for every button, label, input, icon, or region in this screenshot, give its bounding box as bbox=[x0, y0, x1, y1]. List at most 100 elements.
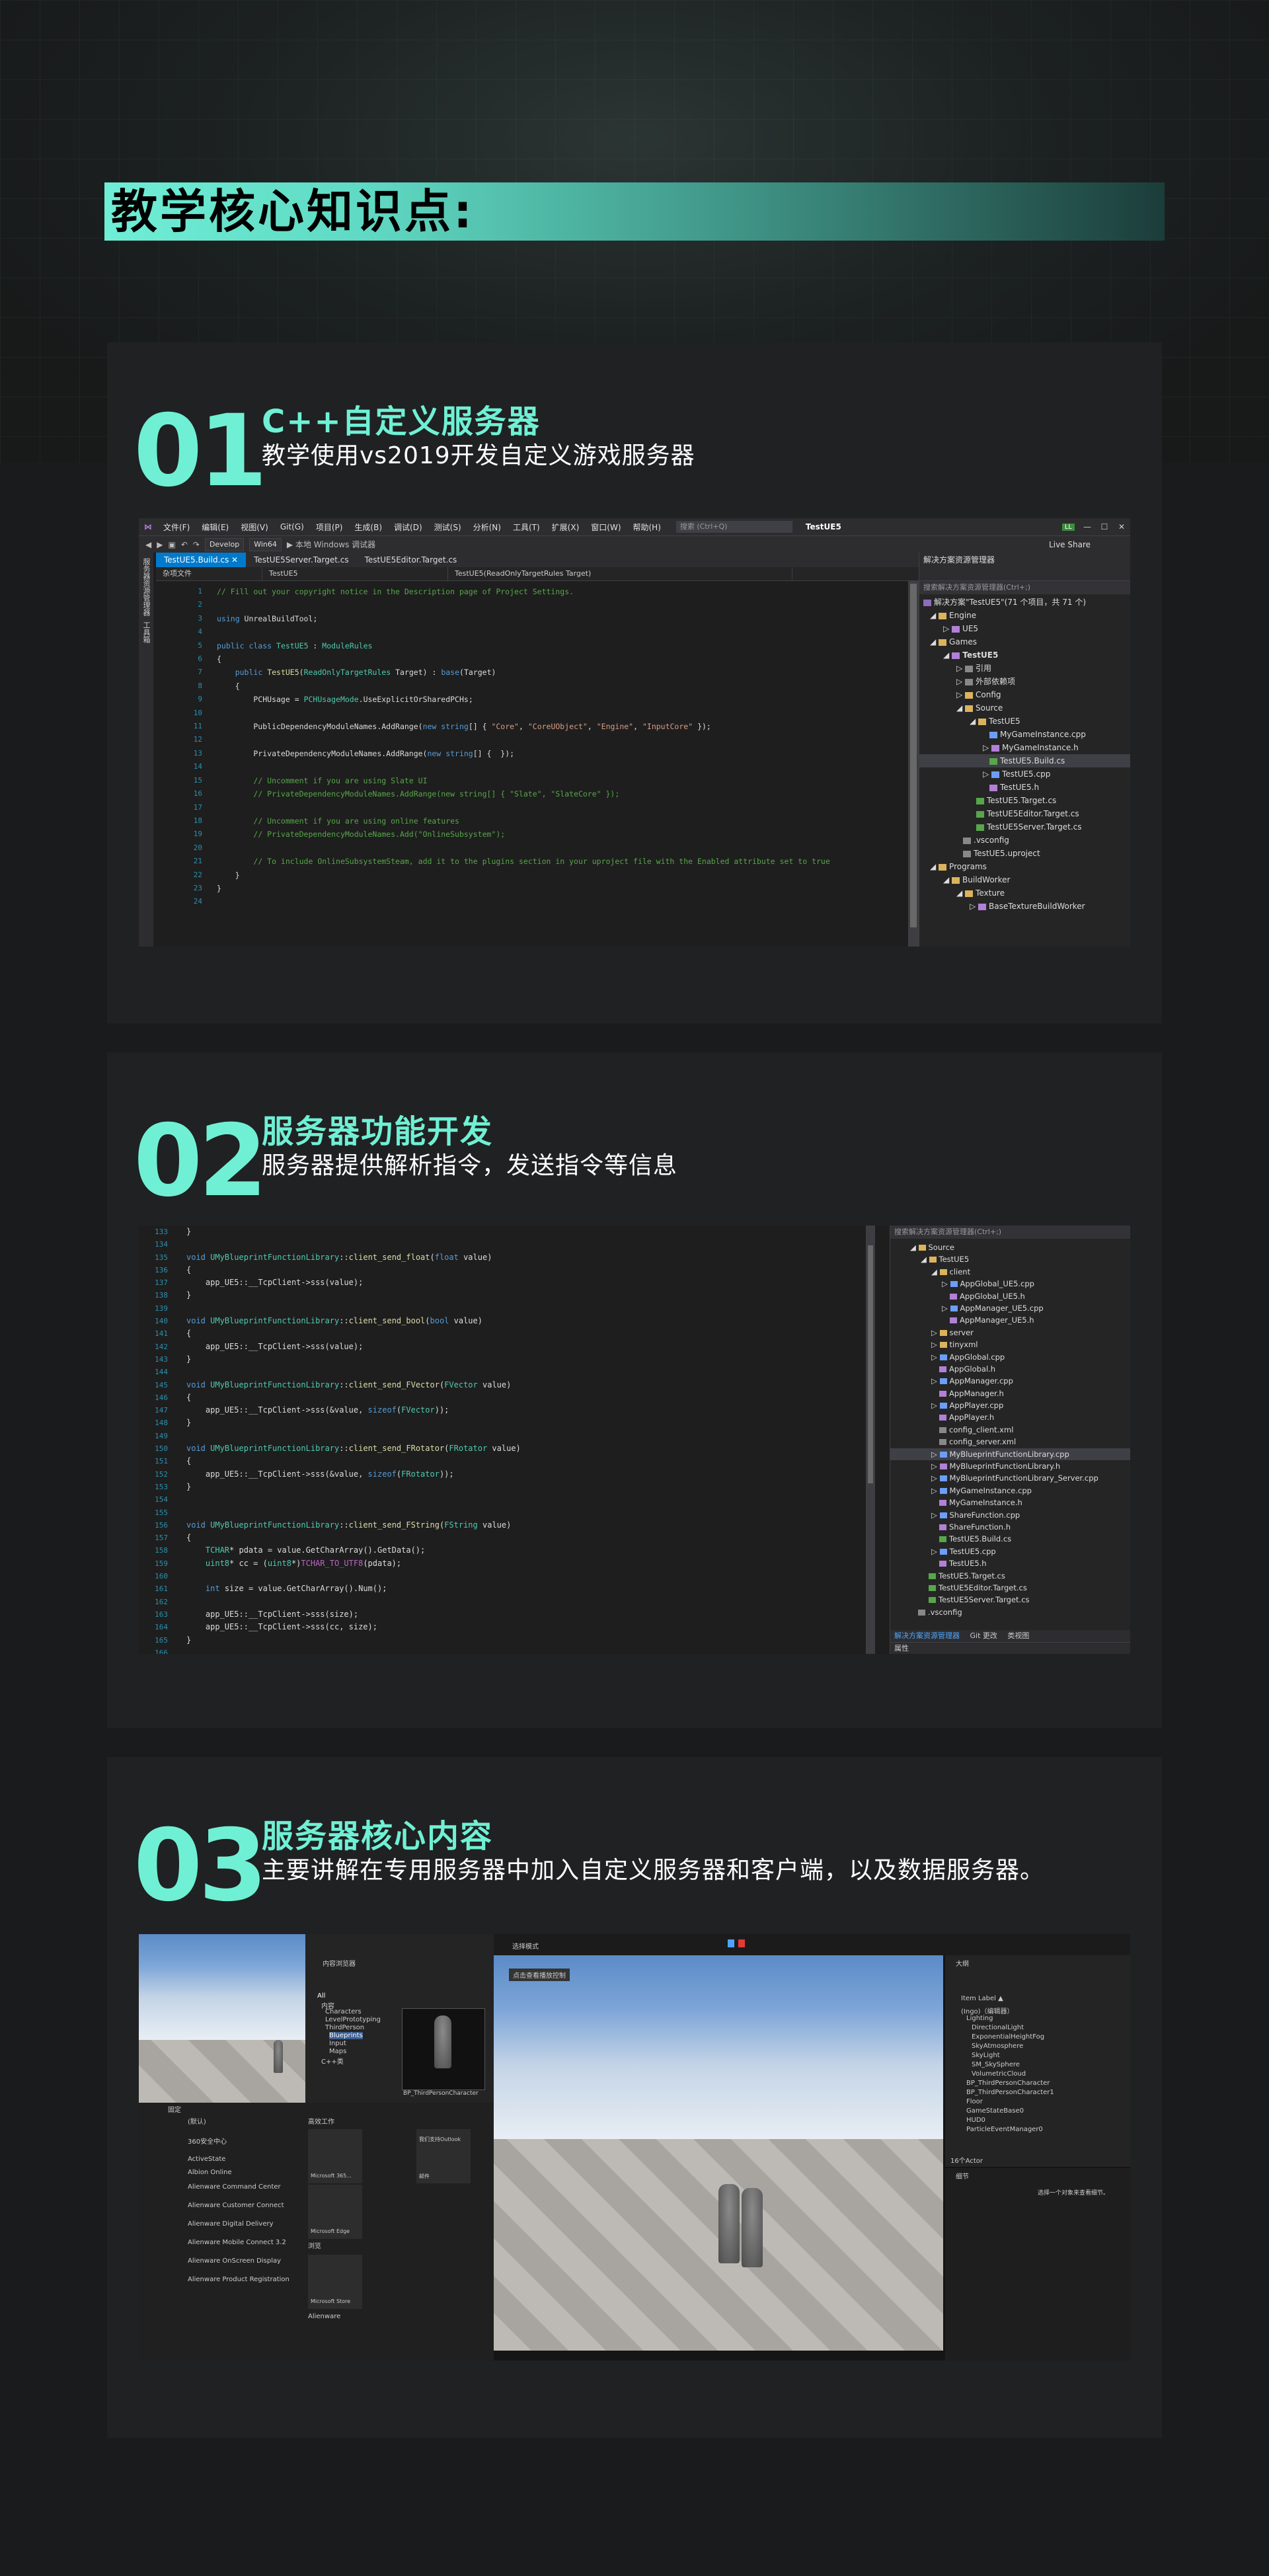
tree-item[interactable]: ▷ MyGameInstance.h bbox=[919, 741, 1130, 754]
folder-item[interactable]: All bbox=[317, 1992, 325, 2000]
back-icon[interactable]: ◀ bbox=[145, 540, 151, 549]
menu-item[interactable]: 测试(S) bbox=[428, 522, 467, 533]
tree-item[interactable]: TestUE5.Build.cs bbox=[919, 754, 1130, 767]
user-badge[interactable]: LL bbox=[1061, 523, 1075, 531]
tree-item[interactable]: TestUE5Server.Target.cs bbox=[890, 1594, 1130, 1606]
menu-item[interactable]: 分析(N) bbox=[467, 522, 507, 533]
start-app-item[interactable]: ActiveState bbox=[188, 2156, 225, 2163]
tree-item[interactable]: ◢ Engine bbox=[919, 609, 1130, 622]
folder-item[interactable]: Input bbox=[329, 2040, 346, 2047]
outliner-item[interactable]: DirectionalLight bbox=[972, 2024, 1024, 2031]
tree-item[interactable]: TestUE5Editor.Target.cs bbox=[919, 807, 1130, 820]
outliner-item[interactable]: GameStateBase0 bbox=[966, 2107, 1024, 2115]
tree-item[interactable]: TestUE5.Target.cs bbox=[890, 1570, 1130, 1582]
tree-item[interactable]: config_client.xml bbox=[890, 1424, 1130, 1436]
toolbox-tab[interactable]: 工具箱 bbox=[141, 621, 151, 643]
tree-item[interactable]: ▷ TestUE5.cpp bbox=[919, 767, 1130, 781]
outliner-item[interactable]: VolumetricCloud bbox=[972, 2070, 1026, 2078]
nav-class-dropdown[interactable]: TestUE5 bbox=[262, 567, 448, 580]
outliner-item[interactable]: HUD0 bbox=[966, 2117, 985, 2124]
tile-edge[interactable]: Microsoft Edge bbox=[308, 2185, 362, 2239]
maximize-icon[interactable]: ☐ bbox=[1096, 522, 1113, 531]
folder-item[interactable]: C++类 bbox=[321, 2056, 344, 2066]
menu-item[interactable]: 工具(T) bbox=[507, 522, 546, 533]
tree-item[interactable]: TestUE5.Build.cs bbox=[890, 1533, 1130, 1545]
nav-member-dropdown[interactable]: TestUE5(ReadOnlyTargetRules Target) bbox=[448, 567, 792, 580]
solution-search-input[interactable]: 搜索解决方案资源管理器(Ctrl+;) bbox=[890, 1226, 1130, 1239]
tree-item[interactable]: TestUE5Server.Target.cs bbox=[919, 820, 1130, 834]
tab-class-view[interactable]: 类视图 bbox=[1003, 1631, 1033, 1640]
tree-item[interactable]: TestUE5Editor.Target.cs bbox=[890, 1582, 1130, 1594]
tree-item[interactable]: AppPlayer.h bbox=[890, 1411, 1130, 1423]
code-editor[interactable]: 133 134 135 136 137 138 139 140 141 142 143 144 145 1… bbox=[139, 1226, 866, 1654]
tree-item[interactable]: ▷ AppGlobal.cpp bbox=[890, 1351, 1130, 1363]
outliner-item[interactable]: Lighting bbox=[966, 2015, 993, 2022]
menu-item[interactable]: Git(G) bbox=[274, 522, 310, 531]
start-app-item[interactable]: Alienware OnScreen Display bbox=[188, 2257, 281, 2265]
tree-item[interactable]: ◢ client bbox=[890, 1266, 1130, 1278]
tree-item[interactable]: ◢ Programs bbox=[919, 860, 1130, 873]
tree-item[interactable]: ◢ TestUE5 bbox=[919, 648, 1130, 662]
close-icon[interactable]: ✕ bbox=[1113, 522, 1130, 531]
save-icon[interactable]: ▣ bbox=[168, 540, 175, 549]
start-app-item[interactable]: Alienware Customer Connect bbox=[188, 2202, 284, 2209]
tree-item[interactable]: 解决方案"TestUE5"(71 个项目，共 71 个) bbox=[919, 596, 1130, 609]
folder-item[interactable]: LevelPrototyping bbox=[325, 2016, 381, 2023]
start-app-item[interactable]: Alienware Mobile Connect 3.2 bbox=[188, 2239, 286, 2246]
tab-solution-explorer[interactable]: 解决方案资源管理器 bbox=[890, 1631, 964, 1640]
tab-git-changes[interactable]: Git 更改 bbox=[966, 1631, 1001, 1640]
tree-item[interactable]: MyGameInstance.cpp bbox=[919, 728, 1130, 741]
tile-m365[interactable]: Microsoft 365... bbox=[308, 2129, 362, 2183]
outliner-item[interactable]: (Ingo)（编辑器） bbox=[961, 2006, 1014, 2015]
tree-item[interactable]: ▷ Config bbox=[919, 688, 1130, 701]
outliner-item[interactable]: SM_SkySphere bbox=[972, 2061, 1020, 2068]
outliner-item[interactable]: BP_ThirdPersonCharacter bbox=[966, 2080, 1050, 2087]
start-app-item[interactable]: (默认) bbox=[188, 2116, 206, 2126]
tile-store[interactable]: Microsoft Store bbox=[308, 2255, 362, 2309]
tree-item[interactable]: ▷ MyGameInstance.cpp bbox=[890, 1485, 1130, 1497]
tree-item[interactable]: ◢ Source bbox=[919, 701, 1130, 715]
tree-item[interactable]: ShareFunction.h bbox=[890, 1521, 1130, 1533]
tree-item[interactable]: ▷ tinyxml bbox=[890, 1339, 1130, 1350]
stop-icon[interactable] bbox=[738, 1939, 745, 1947]
start-app-item[interactable]: 360安全中心 bbox=[188, 2136, 227, 2146]
tree-item[interactable]: ▷ AppManager_UE5.cpp bbox=[890, 1302, 1130, 1314]
tree-item[interactable]: config_server.xml bbox=[890, 1436, 1130, 1448]
tile-outlook[interactable]: 我们支持Outlook 邮件 bbox=[416, 2129, 471, 2183]
tree-item[interactable]: AppGlobal.h bbox=[890, 1363, 1130, 1375]
tree-item[interactable]: TestUE5.Target.cs bbox=[919, 794, 1130, 807]
nav-scope-dropdown[interactable]: 杂项文件 bbox=[156, 567, 262, 580]
code-editor[interactable]: 1 2 3 4 5 6 7 8 9 10 11 12 13 14 15 16 17 18 19 20 21 22 23 24 … bbox=[156, 581, 908, 947]
solution-search-input[interactable]: 搜索解决方案资源管理器(Ctrl+;) bbox=[919, 581, 1130, 594]
outliner-item[interactable]: Item Label ▲ bbox=[961, 1995, 1003, 2002]
forward-icon[interactable]: ▶ bbox=[157, 540, 163, 549]
folder-item[interactable]: Maps bbox=[329, 2048, 346, 2055]
asset-thumbnail[interactable] bbox=[402, 2008, 485, 2090]
outliner-item[interactable]: BP_ThirdPersonCharacter1 bbox=[966, 2089, 1054, 2096]
redo-icon[interactable]: ↷ bbox=[193, 540, 200, 549]
tree-item[interactable]: ◢ TestUE5 bbox=[890, 1253, 1130, 1265]
server-explorer-tab[interactable]: 服务器资源管理器 bbox=[141, 558, 151, 616]
tree-item[interactable]: ▷ MyBlueprintFunctionLibrary.h bbox=[890, 1460, 1130, 1472]
folder-item[interactable]: Characters bbox=[325, 2008, 362, 2015]
select-mode-button[interactable]: 选择模式 bbox=[512, 1941, 539, 1951]
outliner-item[interactable]: Floor bbox=[966, 2098, 983, 2105]
tree-item[interactable]: MyGameInstance.h bbox=[890, 1497, 1130, 1508]
tree-item[interactable]: ▷ AppManager.cpp bbox=[890, 1375, 1130, 1387]
tab-server-target[interactable]: TestUE5Server.Target.cs bbox=[246, 553, 356, 567]
tree-item[interactable]: ▷ ShareFunction.cpp bbox=[890, 1509, 1130, 1521]
tree-item[interactable]: ◢ Source bbox=[890, 1241, 1130, 1253]
tree-item[interactable]: ▷ BaseTextureBuildWorker bbox=[919, 900, 1130, 913]
tree-item[interactable]: .vsconfig bbox=[890, 1606, 1130, 1618]
start-app-item[interactable]: Alienware Product Registration bbox=[188, 2276, 289, 2283]
debugger-button[interactable]: ▶ 本地 Windows 调试器 bbox=[287, 539, 375, 550]
tree-item[interactable]: ◢ Texture bbox=[919, 886, 1130, 900]
tab-build-cs[interactable]: TestUE5.Build.cs ✕ bbox=[156, 553, 247, 567]
tree-item[interactable]: ▷ 外部依赖项 bbox=[919, 675, 1130, 688]
solution-explorer-toolbar[interactable] bbox=[919, 567, 1130, 581]
folder-item[interactable]: Blueprints bbox=[329, 2032, 363, 2039]
menu-item[interactable]: 窗口(W) bbox=[585, 522, 627, 533]
asset-name[interactable]: BP_ThirdPersonCharacter bbox=[403, 2090, 479, 2097]
start-app-item[interactable]: Alienware Command Center bbox=[188, 2183, 281, 2191]
tree-item[interactable]: ▷ server bbox=[890, 1327, 1130, 1339]
